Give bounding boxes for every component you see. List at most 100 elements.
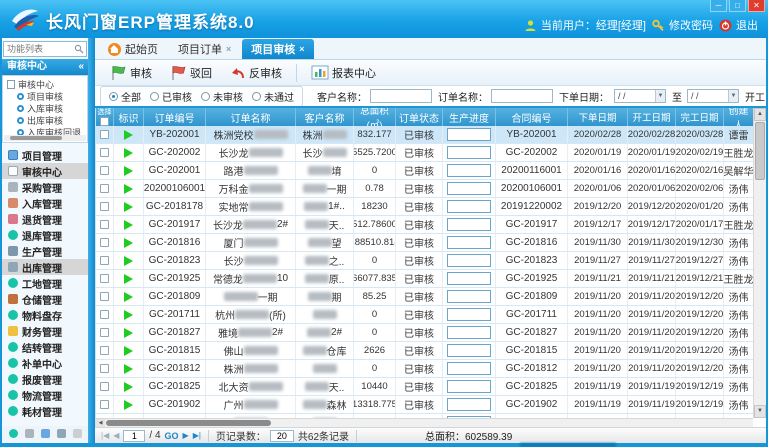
close-button[interactable]: ✕ (748, 0, 765, 12)
table-row[interactable]: GC-201815 佛山 仓库 2626 已审核 GC-201815 2019/… (96, 342, 753, 360)
sidebar-menu-item[interactable]: 结转管理 (2, 339, 88, 355)
sidebar-menu-item[interactable]: 报废管理 (2, 371, 88, 387)
table-row[interactable]: GC-201925 常德龙10 原.. 266077.835.. 已审核 GC-… (96, 270, 753, 288)
row-checkbox[interactable] (100, 292, 109, 301)
tree-item-项目审核[interactable]: 项目审核 (3, 90, 87, 102)
select-all-checkbox[interactable] (100, 117, 109, 126)
status-radio[interactable]: 全部 (109, 89, 141, 104)
column-header-订单编号[interactable]: 订单编号 (144, 108, 206, 126)
cart-icon[interactable] (25, 429, 34, 438)
table-row[interactable]: GC-201823 长沙 之.. 0 已审核 GC-201823 2019/11… (96, 252, 753, 270)
tab-close-icon[interactable]: × (226, 44, 231, 54)
sidebar-menu-item[interactable]: 审核中心 (2, 163, 88, 179)
row-checkbox[interactable] (100, 130, 109, 139)
sidebar-menu-item[interactable]: 生产管理 (2, 243, 88, 259)
building-icon[interactable] (57, 429, 66, 438)
table-row[interactable]: GC-201809 一期 期 85.25 已审核 GC-201809 2019/… (96, 288, 753, 306)
row-checkbox[interactable] (100, 148, 109, 157)
tab-close-icon[interactable]: × (299, 44, 304, 54)
customer-name-input[interactable] (370, 89, 432, 103)
audit-button[interactable]: 审核 (103, 63, 159, 83)
status-radio[interactable]: 未审核 (201, 89, 243, 104)
date-combo[interactable]: / / ▼ (614, 89, 666, 103)
reverse-audit-button[interactable]: 反审核 (223, 63, 289, 83)
go-button[interactable]: GO (165, 431, 179, 441)
sidebar-menu-item[interactable]: 退库管理 (2, 227, 88, 243)
table-row[interactable]: GC-201812 株洲 0 已审核 GC-201812 2019/11/20 … (96, 360, 753, 378)
order-name-input[interactable] (491, 89, 553, 103)
sidebar-menu-item[interactable]: 采购管理 (2, 179, 88, 195)
tree-root-audit-center[interactable]: 审核中心 (3, 78, 87, 90)
maximize-button[interactable]: □ (729, 0, 746, 12)
tree-item-出库审核[interactable]: 出库审核 (3, 114, 87, 126)
last-page-button[interactable]: ▶| (193, 431, 201, 440)
table-row[interactable]: GC-201711 杭州(所) 0 已审核 GC-201711 2019/11/… (96, 306, 753, 324)
column-header-客户名称[interactable]: 客户名称 (296, 108, 354, 126)
row-checkbox[interactable] (100, 328, 109, 337)
table-row[interactable]: GC-201816 厦门 望 188510.818 已审核 GC-201816 … (96, 234, 753, 252)
logout-button[interactable]: 退出 (719, 17, 758, 33)
tab-项目审核[interactable]: 项目审核 × (242, 39, 313, 59)
collapse-icon[interactable]: « (78, 59, 88, 75)
pen-icon[interactable] (41, 429, 50, 438)
sidebar-menu-item[interactable]: 财务管理 (2, 323, 88, 339)
horizontal-scroll-thumb[interactable] (106, 420, 271, 426)
row-checkbox[interactable] (100, 238, 109, 247)
column-header-开工日期[interactable]: 开工日期 (628, 108, 676, 126)
chevron-down-icon[interactable]: ▼ (728, 90, 738, 102)
next-page-button[interactable]: ▶ (183, 431, 189, 440)
change-password-link[interactable]: 修改密码 (652, 17, 713, 33)
table-row[interactable]: GC-202002 长沙龙 长沙 65525.7200.. 已审核 GC-202… (96, 144, 753, 162)
sidebar-menu-item[interactable]: 补单中心 (2, 355, 88, 371)
sidebar-splitter[interactable] (88, 38, 95, 443)
vertical-scrollbar[interactable]: ▲ ▼ (753, 108, 766, 418)
reject-button[interactable]: 驳回 (163, 63, 219, 83)
status-radio[interactable]: 未通过 (252, 89, 294, 104)
horizontal-scrollbar[interactable]: ◀ (96, 418, 753, 427)
sidebar-menu-item[interactable]: 出库管理 (2, 259, 88, 275)
table-row[interactable]: GC-201917 长沙龙2# 天.. 8512.78600.. 已审核 GC-… (96, 216, 753, 234)
page-size-input[interactable] (270, 430, 294, 442)
tab-项目订单[interactable]: 项目订单 × (169, 39, 240, 59)
chevron-down-icon[interactable]: ▼ (655, 90, 665, 102)
tree-scrollbar[interactable] (4, 135, 86, 141)
dot-icon[interactable] (9, 429, 18, 438)
row-checkbox[interactable] (100, 382, 109, 391)
sidebar-menu-item[interactable]: 入库管理 (2, 195, 88, 211)
column-header-选择[interactable]: 选择 (96, 108, 114, 126)
tab-起始页[interactable]: 起始页 × (99, 39, 167, 59)
table-row[interactable]: GC-2018178 实地常 1#.. 18230 已审核 2019122000… (96, 198, 753, 216)
row-checkbox[interactable] (100, 400, 109, 409)
row-checkbox[interactable] (100, 166, 109, 175)
row-checkbox[interactable] (100, 346, 109, 355)
report-center-button[interactable]: 报表中心 (304, 63, 383, 83)
column-header-标识[interactable]: 标识 (114, 108, 144, 126)
vertical-scroll-thumb[interactable] (755, 122, 765, 180)
column-header-生产进度[interactable]: 生产进度 (443, 108, 496, 126)
sidebar-menu-item[interactable]: 工地管理 (2, 275, 88, 291)
date-combo[interactable]: / / ▼ (687, 89, 739, 103)
row-checkbox[interactable] (100, 184, 109, 193)
table-row[interactable]: YB-202001 株洲党校 株洲 832.177 已审核 YB-202001 … (96, 126, 753, 144)
first-page-button[interactable]: |◀ (101, 431, 109, 440)
row-checkbox[interactable] (100, 274, 109, 283)
column-header-合同编号[interactable]: 合同编号 (496, 108, 568, 126)
prev-page-button[interactable]: ◀ (113, 431, 119, 440)
row-checkbox[interactable] (100, 310, 109, 319)
table-row[interactable]: GC-201902 广州 森林 13318.775 已审核 GC-201902 … (96, 396, 753, 414)
function-search-input[interactable] (4, 42, 74, 56)
row-checkbox[interactable] (100, 256, 109, 265)
row-checkbox[interactable] (100, 202, 109, 211)
sidebar-menu-item[interactable]: 物料盘存 (2, 307, 88, 323)
page-number-input[interactable] (123, 430, 145, 442)
tree-item-入库审核[interactable]: 入库审核 (3, 102, 87, 114)
status-radio[interactable]: 已审核 (150, 89, 192, 104)
sidebar-menu-item[interactable]: 仓储管理 (2, 291, 88, 307)
table-row[interactable]: 20200106001 万科金 一期 0.78 已审核 20200106001 … (96, 180, 753, 198)
column-header-订单名称[interactable]: 订单名称 (206, 108, 296, 126)
column-header-完工日期[interactable]: 完工日期 (676, 108, 724, 126)
scroll-down-icon[interactable]: ▼ (754, 405, 766, 418)
sidebar-menu-item[interactable]: 耗材管理 (2, 403, 88, 419)
table-row[interactable]: GC-201827 雅境2# 2# 0 已审核 GC-201827 2019/1… (96, 324, 753, 342)
more-icon[interactable] (73, 429, 82, 438)
